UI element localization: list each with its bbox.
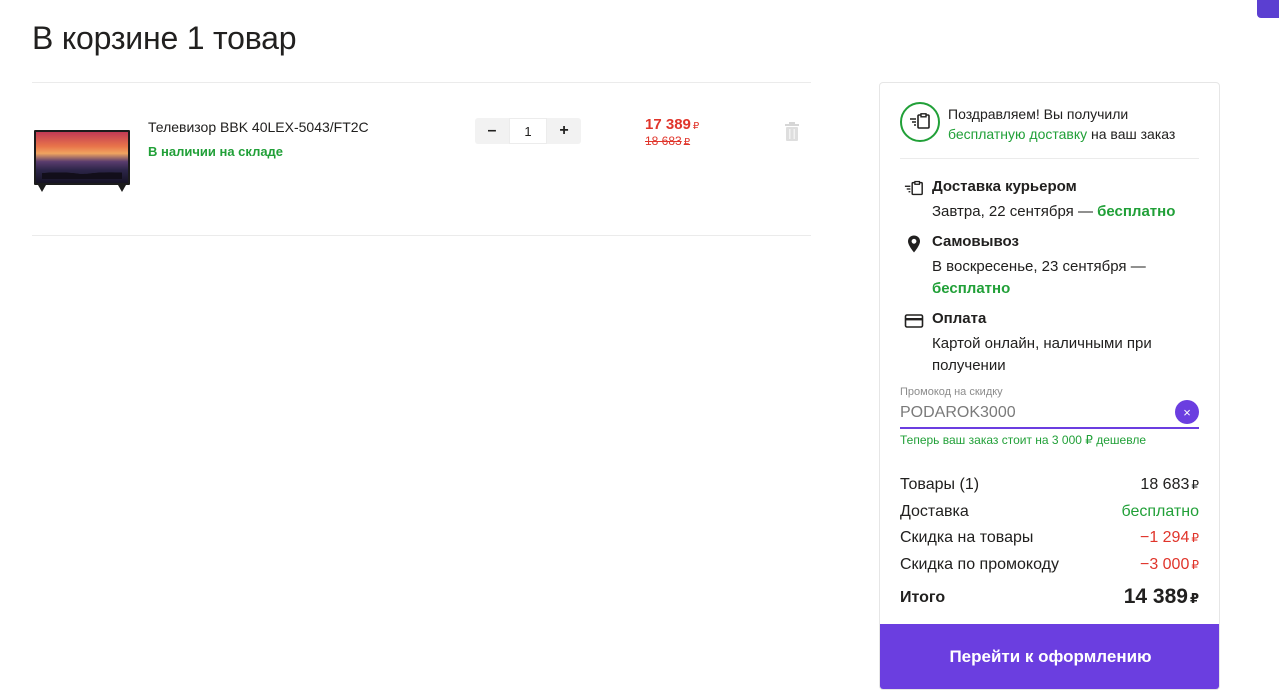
promo-clear-button[interactable]: ×	[1175, 400, 1199, 424]
courier-delivery-info: Доставка курьером Завтра, 22 сентября — …	[900, 178, 1200, 224]
total-row-delivery: Доставка бесплатно	[900, 502, 1199, 520]
price-current: 17 389 ₽	[645, 116, 700, 133]
promo-code-label: Промокод на скидку	[900, 386, 1003, 398]
promo-code-field: Промокод на скидку ×	[900, 386, 1199, 429]
stock-status: В наличии на складе	[148, 144, 284, 159]
checkout-button[interactable]: Перейти к оформлению	[880, 624, 1219, 689]
cart-list: Телевизор BBK 40LEX-5043/FT2C В наличии …	[32, 82, 811, 236]
delete-item-button[interactable]	[783, 122, 801, 142]
payment-title: Оплата	[932, 310, 987, 327]
courier-text: Завтра, 22 сентября — бесплатно	[932, 203, 1176, 220]
courier-icon	[904, 180, 923, 196]
free-delivery-link[interactable]: бесплатную доставку	[948, 126, 1087, 142]
total-row-promo-discount: Скидка по промокоду −3 000 ₽	[900, 555, 1199, 573]
price-old: 18 683 ₽	[645, 134, 691, 148]
payment-info: Оплата Картой онлайн, наличными при полу…	[900, 310, 1200, 378]
delivery-icon	[900, 102, 940, 142]
tv-leg-left	[38, 185, 46, 192]
trash-icon	[785, 122, 799, 141]
promo-success-message: Теперь ваш заказ стоит на 3 000 ₽ дешевл…	[900, 433, 1146, 447]
pickup-text: В воскресенье, 23 сентября — бесплатно	[932, 258, 1146, 297]
total-row-grand: Итого 14 389 ₽	[900, 585, 1199, 608]
courier-title: Доставка курьером	[932, 178, 1077, 195]
product-name[interactable]: Телевизор BBK 40LEX-5043/FT2C	[148, 119, 369, 135]
quantity-decrease-button[interactable]: –	[475, 118, 509, 144]
credit-card-icon	[904, 314, 924, 328]
banner-text: Поздравляем! Вы получили бесплатную дост…	[948, 106, 1176, 142]
quantity-value[interactable]: 1	[509, 118, 547, 144]
quantity-increase-button[interactable]: +	[547, 118, 581, 144]
tv-product-image[interactable]	[32, 128, 132, 192]
pickup-title: Самовывоз	[932, 233, 1019, 250]
page-title: В корзине 1 товар	[32, 20, 297, 56]
order-summary-card: Поздравляем! Вы получили бесплатную дост…	[879, 82, 1220, 690]
quantity-stepper: – 1 +	[475, 118, 581, 144]
pickup-info: Самовывоз В воскресенье, 23 сентября — б…	[900, 233, 1200, 301]
tv-screen	[34, 130, 130, 185]
corner-badge	[1257, 0, 1279, 18]
tv-leg-right	[118, 185, 126, 192]
payment-text: Картой онлайн, наличными при получении	[932, 335, 1152, 374]
promo-code-input[interactable]	[900, 402, 1160, 424]
location-pin-icon	[908, 235, 920, 253]
free-delivery-banner: Поздравляем! Вы получили бесплатную дост…	[900, 102, 1199, 159]
total-row-goods: Товары (1) 18 683 ₽	[900, 476, 1199, 493]
total-row-discount: Скидка на товары −1 294 ₽	[900, 529, 1199, 546]
order-totals: Товары (1) 18 683 ₽ Доставка бесплатно Ск…	[900, 476, 1199, 612]
price-block: 17 389 ₽ 18 683 ₽	[645, 116, 699, 148]
